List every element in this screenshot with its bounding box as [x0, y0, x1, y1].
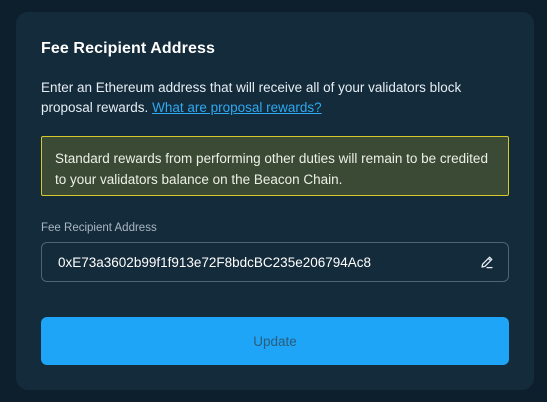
fee-recipient-input[interactable]	[58, 243, 468, 281]
card-description: Enter an Ethereum address that will rece…	[41, 78, 481, 118]
fee-recipient-field-label: Fee Recipient Address	[41, 222, 157, 234]
rewards-notice: Standard rewards from performing other d…	[41, 136, 509, 196]
card-title: Fee Recipient Address	[41, 40, 216, 57]
update-button[interactable]: Update	[41, 317, 509, 365]
pencil-icon[interactable]	[480, 255, 494, 269]
fee-recipient-input-wrapper	[41, 242, 509, 282]
proposal-rewards-link[interactable]: What are proposal rewards?	[152, 100, 322, 115]
fee-recipient-card: Fee Recipient Address Enter an Ethereum …	[16, 12, 534, 390]
